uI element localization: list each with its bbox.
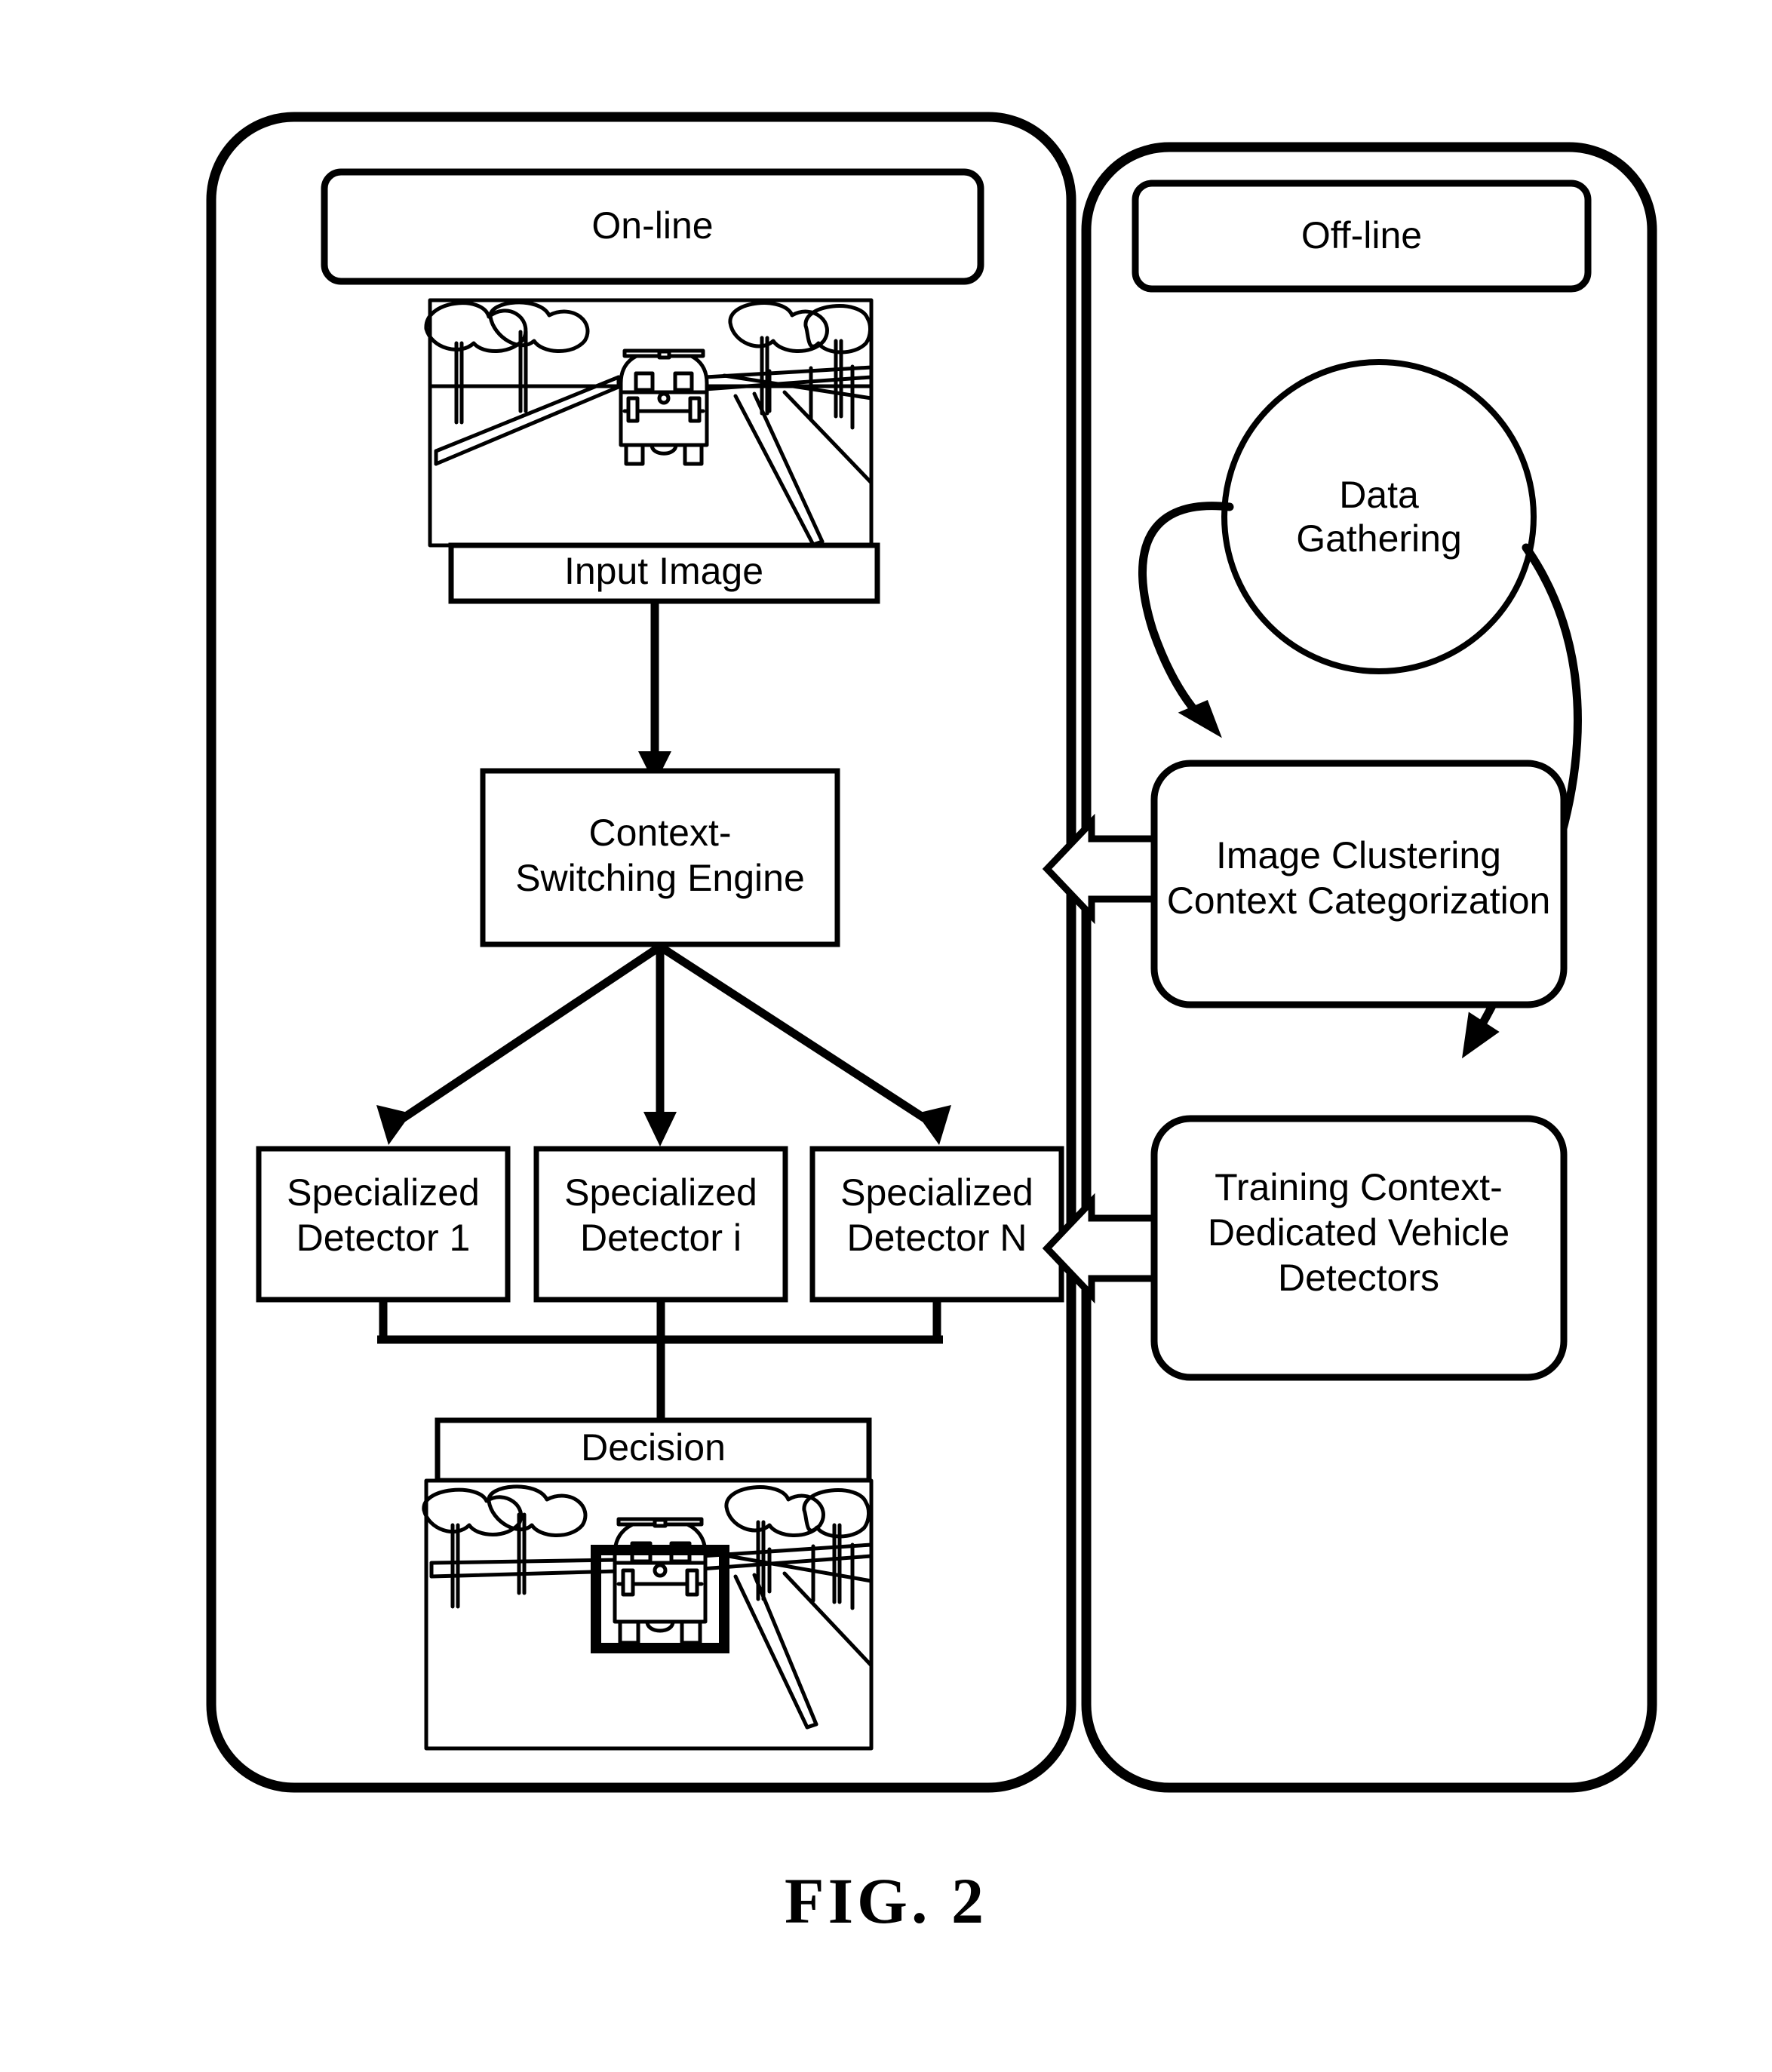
arrow-input-to-engine [638, 601, 671, 784]
training-detectors-label-line2: Dedicated Vehicle [1208, 1211, 1509, 1254]
arrow-engine-to-detector-i [643, 947, 677, 1147]
curve-arrow-gathering-to-clustering [1138, 502, 1234, 738]
specialized-detector-n-label-line1: Specialized [840, 1171, 1033, 1214]
arrow-engine-to-detector-n [658, 943, 951, 1145]
input-image-caption: Input Image [564, 550, 763, 592]
specialized-detector-1-label-line2: Detector 1 [296, 1217, 471, 1259]
specialized-detector-i-label-line1: Specialized [564, 1171, 757, 1214]
decision-caption: Decision [581, 1426, 726, 1469]
training-detectors-label-line3: Detectors [1278, 1257, 1439, 1299]
arrow-engine-to-detector-1 [376, 943, 663, 1145]
specialized-detector-n-label-line2: Detector N [847, 1217, 1027, 1259]
context-switching-engine-label-line1: Context- [589, 812, 732, 854]
context-switching-engine-label-line2: Switching Engine [515, 857, 805, 899]
decision-image-scene [422, 1478, 874, 1751]
input-image-scene [424, 298, 874, 548]
panel-online-label: On-line [591, 204, 713, 247]
block-arrow-clustering-to-engine [1042, 813, 1158, 925]
figure-caption: FIG. 2 [785, 1865, 987, 1937]
training-detectors-label-line1: Training Context- [1215, 1166, 1503, 1208]
data-gathering-circle [1221, 359, 1537, 674]
figure-page: On-line Input Image Context- Switching E… [0, 0, 1772, 2072]
image-clustering-label-line1: Image Clustering [1216, 834, 1501, 876]
image-clustering-label-line2: Context Categorization [1167, 879, 1551, 922]
panel-offline-label: Off-line [1301, 214, 1422, 256]
specialized-detector-1-label-line1: Specialized [287, 1171, 480, 1214]
specialized-detector-i-label-line2: Detector i [580, 1217, 742, 1259]
data-gathering-label-line2: Gathering [1296, 517, 1462, 560]
figure-canvas: On-line Input Image Context- Switching E… [206, 112, 1657, 1793]
data-gathering-label-line1: Data [1339, 474, 1419, 516]
